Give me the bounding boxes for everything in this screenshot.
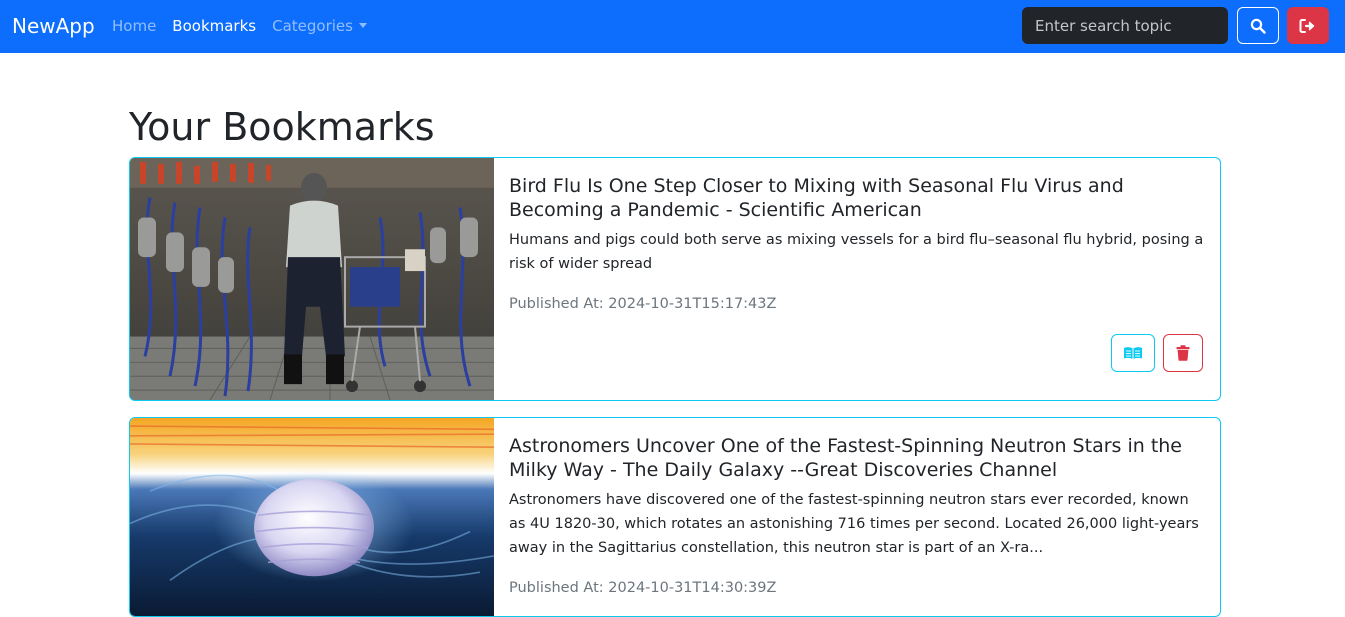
- book-open-icon: [1124, 347, 1142, 359]
- nav-links: Home Bookmarks Categories: [112, 15, 367, 37]
- card-published-date: Published At: 2024-10-31T14:30:39Z: [509, 580, 777, 596]
- trash-icon: [1176, 345, 1190, 361]
- card-description: Humans and pigs could both serve as mixi…: [509, 232, 1204, 272]
- read-article-button[interactable]: [1111, 334, 1155, 372]
- search-icon: [1250, 18, 1266, 34]
- card-title: Bird Flu Is One Step Closer to Mixing wi…: [509, 175, 1124, 221]
- card-title: Astronomers Uncover One of the Fastest-S…: [509, 435, 1182, 481]
- card-description: Astronomers have discovered one of the f…: [509, 492, 1199, 556]
- nav-link-categories[interactable]: Categories: [272, 15, 367, 37]
- brand-logo[interactable]: NewApp: [12, 13, 95, 39]
- search-input[interactable]: [1022, 7, 1228, 44]
- delete-bookmark-button[interactable]: [1163, 334, 1203, 372]
- dairy-milking-parlor-photo[interactable]: [130, 158, 494, 400]
- card-body: Astronomers Uncover One of the Fastest-S…: [509, 434, 1204, 600]
- caret-down-icon: [358, 23, 367, 28]
- card-published-date: Published At: 2024-10-31T15:17:43Z: [509, 296, 777, 312]
- bookmark-card: Bird Flu Is One Step Closer to Mixing wi…: [129, 157, 1221, 401]
- bookmark-card: Astronomers Uncover One of the Fastest-S…: [129, 417, 1221, 617]
- categories-label: Categories: [272, 17, 353, 35]
- page-title: Your Bookmarks: [129, 105, 435, 149]
- nav-link-home[interactable]: Home: [112, 15, 156, 37]
- top-navbar: NewApp Home Bookmarks Categories: [0, 0, 1345, 53]
- logout-icon: [1299, 18, 1315, 33]
- card-body: Bird Flu Is One Step Closer to Mixing wi…: [509, 174, 1204, 316]
- neutron-star-illustration[interactable]: [130, 418, 494, 616]
- search-button[interactable]: [1237, 7, 1279, 44]
- logout-button[interactable]: [1287, 7, 1329, 44]
- nav-link-bookmarks[interactable]: Bookmarks: [172, 15, 256, 37]
